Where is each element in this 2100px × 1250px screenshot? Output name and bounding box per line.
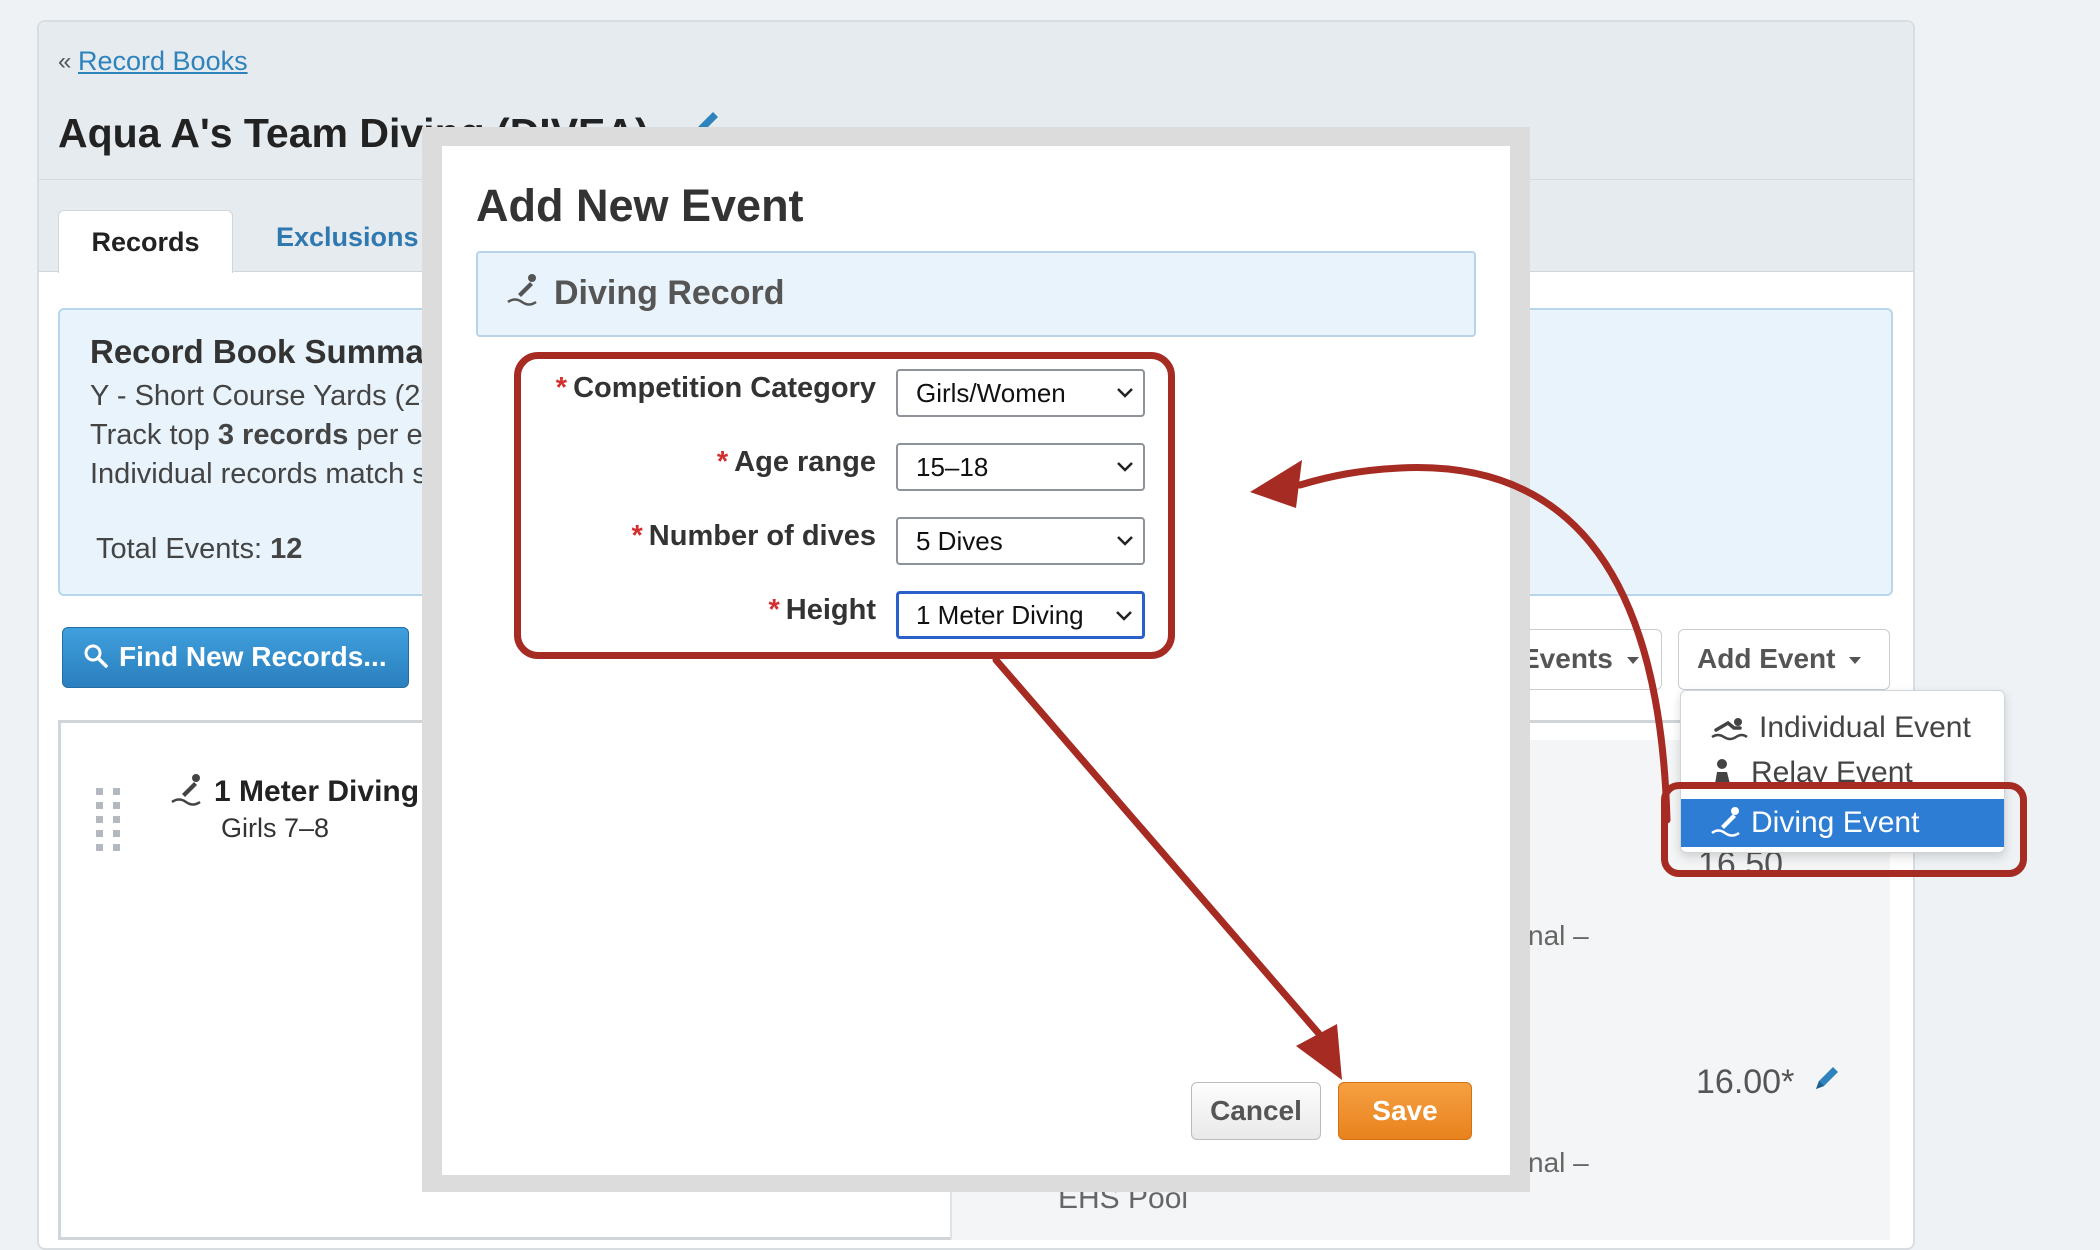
swimmer-icon (1710, 714, 1748, 747)
menu-item-individual-event[interactable]: Individual Event (1759, 711, 1971, 745)
total-events-label: Total Events: (96, 533, 271, 565)
breadcrumb-raquo: « (58, 48, 72, 75)
cancel-button[interactable]: Cancel (1191, 1082, 1321, 1140)
diver-icon (170, 772, 206, 811)
find-new-records-button[interactable]: Find New Records... (62, 627, 409, 688)
save-button[interactable]: Save (1338, 1082, 1472, 1140)
add-event-label: Add Event (1697, 643, 1836, 674)
summary-track-count: 3 records (217, 419, 349, 451)
event-name: 1 Meter Diving (214, 775, 420, 808)
total-events-value: 12 (270, 533, 303, 565)
summary-title: Record Book Summary (90, 333, 455, 370)
search-icon (84, 644, 108, 668)
tab-exclusions[interactable]: Exclusions (276, 222, 419, 253)
record-value: 16.00* (1696, 1063, 1795, 1101)
caret-down-icon (1849, 657, 1862, 665)
event-group: Girls 7–8 (221, 813, 330, 843)
summary-total-events: Total Events: 12 (96, 533, 302, 566)
summary-track-top: Track top 3 records per event (90, 419, 477, 452)
tab-records[interactable]: Records (58, 210, 233, 273)
summary-track-prefix: Track top (90, 419, 218, 451)
record-meet-text: nal – (1528, 1147, 1589, 1178)
record-meet-text: nal – (1528, 920, 1589, 951)
breadcrumb-record-books-link[interactable]: Record Books (78, 46, 248, 77)
caret-down-icon (1626, 657, 1639, 665)
annotation-highlight-diving-event (1661, 782, 2027, 877)
add-event-button[interactable]: Add Event (1678, 629, 1890, 690)
diving-record-title: Diving Record (554, 274, 785, 312)
diver-icon (506, 272, 542, 311)
events-button-label: Events (1521, 643, 1613, 674)
annotation-highlight-form (514, 352, 1175, 659)
dialog-title: Add New Event (476, 180, 804, 231)
find-new-records-label: Find New Records... (119, 641, 387, 672)
pencil-icon[interactable] (1811, 1060, 1843, 1099)
